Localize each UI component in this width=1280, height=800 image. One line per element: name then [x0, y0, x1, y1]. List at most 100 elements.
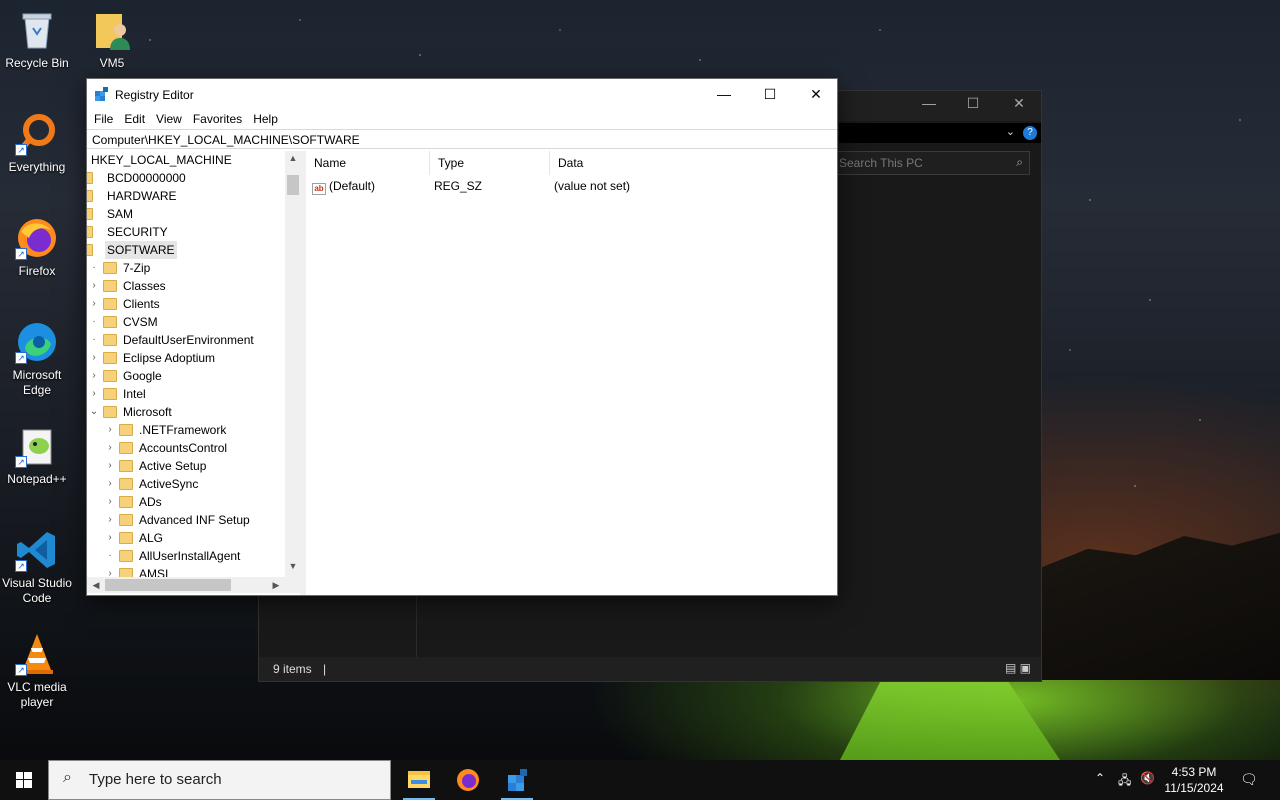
folder-icon: [103, 334, 117, 346]
folder-icon: [103, 298, 117, 310]
folder-icon: [87, 190, 93, 202]
maximize-button[interactable]: ☐: [953, 95, 993, 112]
folder-icon: [119, 478, 133, 490]
notepadpp-icon: ↗: [15, 424, 59, 468]
taskbar-clock[interactable]: 4:53 PM 11/15/2024: [1156, 764, 1232, 796]
desktop-icon-edge[interactable]: ↗ Microsoft Edge: [0, 320, 74, 398]
item-count: 9 items: [273, 662, 312, 676]
regedit-titlebar[interactable]: Registry Editor — ☐ ✕: [87, 79, 837, 109]
chevron-right-icon[interactable]: ›: [105, 439, 115, 457]
registry-editor-window[interactable]: Registry Editor — ☐ ✕ File Edit View Fav…: [86, 78, 838, 596]
scroll-down-icon[interactable]: ▼: [285, 561, 300, 575]
chevron-right-icon[interactable]: ›: [105, 511, 115, 529]
registry-tree-pane[interactable]: HKEY_LOCAL_MACHINE BCD00000000 HARDWARE …: [87, 151, 301, 595]
column-header-label: Data: [558, 156, 584, 170]
desktop-icon-label: VM5: [99, 56, 125, 70]
tree-node-label: SOFTWARE: [105, 241, 177, 259]
menu-favorites[interactable]: Favorites: [188, 109, 248, 129]
tree-node-label: .NETFramework: [139, 423, 227, 437]
column-header-type[interactable]: Type: [430, 151, 550, 175]
chevron-down-icon[interactable]: ⌄: [89, 403, 99, 421]
minimize-button[interactable]: —: [909, 95, 949, 111]
desktop-icon-label: Recycle Bin: [5, 56, 69, 70]
value-row[interactable]: ab (Default) REG_SZ (value not set): [312, 177, 732, 195]
folder-icon: [119, 460, 133, 472]
view-toggle-icons[interactable]: ▤ ▣: [1005, 661, 1031, 675]
tree-node-label: ALG: [139, 531, 164, 545]
close-button[interactable]: ✕: [999, 95, 1039, 112]
column-header-name[interactable]: Name: [306, 151, 430, 175]
maximize-button[interactable]: ☐: [747, 79, 793, 109]
notification-icon[interactable]: 🗨: [1240, 771, 1258, 788]
tree-node-label: SAM: [107, 207, 134, 221]
chevron-right-icon[interactable]: ›: [105, 493, 115, 511]
chevron-right-icon[interactable]: ›: [105, 529, 115, 547]
tree-connector: ·: [92, 316, 96, 327]
everything-search-icon: ↗: [15, 112, 59, 156]
folder-icon: [103, 352, 117, 364]
recycle-bin-icon: [15, 8, 59, 52]
chevron-right-icon[interactable]: ›: [105, 421, 115, 439]
desktop-icon-everything[interactable]: ↗ Everything: [0, 112, 74, 175]
chevron-right-icon[interactable]: ›: [105, 457, 115, 475]
value-data: (value not set): [554, 179, 631, 193]
volume-muted-icon[interactable]: 🔇: [1140, 771, 1155, 785]
network-icon[interactable]: 🖧: [1118, 771, 1131, 792]
value-name-cell: ab (Default): [312, 177, 375, 195]
chevron-right-icon[interactable]: ›: [89, 349, 99, 367]
taskbar-file-explorer[interactable]: [395, 760, 443, 800]
vscode-icon: ↗: [15, 528, 59, 572]
column-header-data[interactable]: Data: [550, 151, 690, 175]
menu-edit[interactable]: Edit: [119, 109, 151, 129]
desktop-icon-recycle-bin[interactable]: Recycle Bin: [0, 8, 74, 71]
tree-node-label: HARDWARE: [107, 189, 177, 203]
menu-view[interactable]: View: [151, 109, 188, 129]
chevron-down-icon[interactable]: ⌄: [1006, 125, 1015, 138]
tree-node-label: AccountsControl: [139, 441, 228, 455]
tree-vertical-scrollbar[interactable]: ▲ ▼: [285, 151, 300, 577]
registry-editor-icon: [508, 769, 527, 791]
search-icon: ⌕: [63, 769, 72, 786]
desktop-icon-label: Notepad++: [7, 472, 67, 486]
folder-icon: [119, 424, 133, 436]
tree-connector: ·: [92, 334, 96, 345]
chevron-right-icon[interactable]: ›: [105, 565, 115, 577]
scroll-thumb[interactable]: [287, 175, 299, 195]
windows-logo-icon: [16, 772, 32, 788]
minimize-button[interactable]: —: [701, 79, 747, 109]
desktop-icon-vm5[interactable]: VM5: [75, 8, 149, 71]
scroll-up-icon[interactable]: ▲: [285, 153, 300, 167]
registry-editor-icon: [95, 87, 108, 101]
folder-icon: [119, 532, 133, 544]
scroll-right-icon[interactable]: ▶: [269, 577, 283, 593]
desktop-icon-firefox[interactable]: ↗ Firefox: [0, 216, 74, 279]
tree-node-label: AMSI: [139, 567, 169, 577]
chevron-right-icon[interactable]: ›: [89, 385, 99, 403]
values-pane[interactable]: Name Type Data ab (Default) REG_SZ (value…: [306, 151, 837, 595]
taskbar-registry-editor[interactable]: [493, 760, 541, 800]
close-button[interactable]: ✕: [793, 79, 839, 109]
tree-node-label: Clients: [123, 297, 160, 311]
folder-icon: [87, 172, 93, 184]
chevron-right-icon[interactable]: ›: [89, 295, 99, 313]
chevron-right-icon[interactable]: ›: [89, 367, 99, 385]
chevron-up-icon[interactable]: ⌃: [1095, 771, 1105, 785]
address-path: Computer\HKEY_LOCAL_MACHINE\SOFTWARE: [92, 133, 360, 147]
chevron-right-icon[interactable]: ›: [105, 475, 115, 493]
taskbar-search-input[interactable]: ⌕ Type here to search: [48, 760, 391, 800]
address-bar[interactable]: Computer\HKEY_LOCAL_MACHINE\SOFTWARE: [87, 129, 837, 149]
tree-horizontal-scrollbar[interactable]: ◀ ▶: [87, 577, 300, 593]
desktop-icon-vlc[interactable]: ↗ VLC media player: [0, 632, 74, 710]
scroll-left-icon[interactable]: ◀: [89, 577, 103, 593]
start-button[interactable]: [0, 760, 48, 800]
menu-file[interactable]: File: [89, 109, 119, 129]
menu-help[interactable]: Help: [248, 109, 284, 129]
taskbar-firefox[interactable]: [444, 760, 492, 800]
help-icon[interactable]: ?: [1023, 126, 1037, 140]
scroll-thumb[interactable]: [105, 579, 231, 591]
chevron-right-icon[interactable]: ›: [89, 277, 99, 295]
desktop-icon-vscode[interactable]: ↗ Visual Studio Code: [0, 528, 74, 606]
explorer-search-input[interactable]: Search This PC ⌕: [834, 151, 1030, 175]
tree-node-label: Google: [123, 369, 162, 383]
desktop-icon-notepadpp[interactable]: ↗ Notepad++: [0, 424, 74, 487]
